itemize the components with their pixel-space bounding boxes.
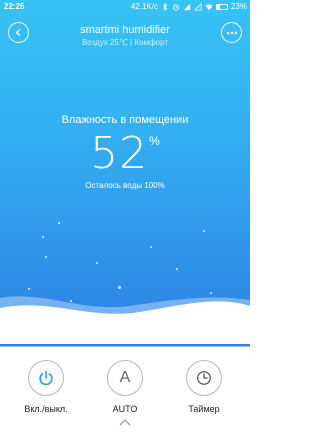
- status-right: 42.1K/c 23%: [131, 0, 247, 14]
- status-time: 22:25: [4, 2, 25, 11]
- bluetooth-icon: [163, 3, 168, 11]
- mode-control: A AUTO: [85, 360, 165, 414]
- alarm-icon: [172, 4, 180, 11]
- net-speed: 42.1K/c: [130, 2, 158, 11]
- app-screen: 22:25 42.1K/c 23% smartmi humidifier Воз…: [0, 0, 250, 444]
- bubble: [150, 246, 152, 248]
- bubble: [203, 230, 205, 232]
- power-label: Вкл./выкл.: [24, 404, 68, 414]
- bubble: [176, 268, 178, 270]
- battery-icon: [215, 4, 228, 10]
- auto-mode-icon: A: [119, 369, 131, 386]
- more-dots-icon: [226, 31, 237, 34]
- humidity-value: 52: [90, 128, 149, 179]
- humidity-label: Влажность в помещении: [61, 114, 189, 126]
- mode-label: AUTO: [112, 404, 138, 414]
- app-header: smartmi humidifier Воздух 25℃ | Комфорт: [0, 20, 250, 54]
- wifi-icon: [205, 4, 213, 11]
- timer-button[interactable]: [186, 360, 222, 396]
- mode-button[interactable]: A: [107, 360, 143, 396]
- water-level-text: Осталось воды 100%: [85, 181, 165, 190]
- device-title: smartmi humidifier: [80, 24, 170, 36]
- battery-percent: 23%: [230, 2, 247, 11]
- signal-icon-2: [193, 3, 202, 11]
- control-panel: Вкл./выкл. A AUTO Таймер: [0, 360, 250, 420]
- humidity-unit: %: [149, 134, 160, 148]
- humidity-reading: 52%: [0, 128, 250, 179]
- power-icon: [39, 370, 53, 386]
- more-options-button[interactable]: [221, 22, 242, 43]
- status-bar: 22:25 42.1K/c 23%: [0, 0, 250, 14]
- signal-icon: [183, 3, 191, 11]
- bubble: [58, 222, 60, 224]
- device-subtitle: Воздух 25℃ | Комфорт: [81, 38, 169, 47]
- chevron-up-icon[interactable]: [119, 418, 131, 426]
- power-control: Вкл./выкл.: [6, 360, 86, 414]
- bubble: [96, 262, 98, 264]
- power-button[interactable]: [28, 360, 64, 396]
- timer-control: Таймер: [164, 360, 244, 414]
- water-wave: [0, 296, 250, 344]
- clock-icon: [197, 371, 211, 385]
- bubble: [45, 256, 47, 258]
- bubble: [42, 236, 44, 238]
- timer-label: Таймер: [188, 404, 220, 414]
